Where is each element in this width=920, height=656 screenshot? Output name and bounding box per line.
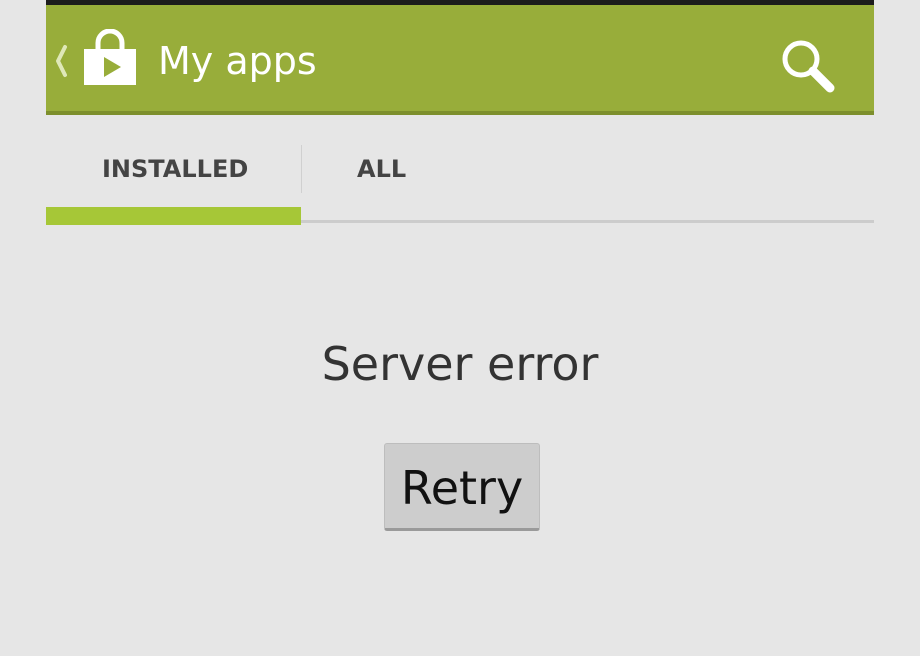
play-store-bag-icon[interactable] — [82, 29, 138, 87]
tab-all-label: ALL — [357, 155, 407, 183]
search-icon[interactable] — [772, 31, 842, 101]
page-title: My apps — [158, 39, 317, 83]
selected-tab-indicator — [46, 207, 301, 225]
error-message: Server error — [321, 337, 599, 391]
tab-installed-label: INSTALLED — [102, 155, 249, 183]
action-bar: My apps — [46, 5, 874, 115]
up-caret-icon[interactable] — [54, 41, 68, 81]
tab-all[interactable]: ALL — [301, 115, 461, 225]
screen: My apps INSTALLED ALL Server error Retry — [46, 0, 874, 656]
retry-button[interactable]: Retry — [384, 443, 540, 531]
